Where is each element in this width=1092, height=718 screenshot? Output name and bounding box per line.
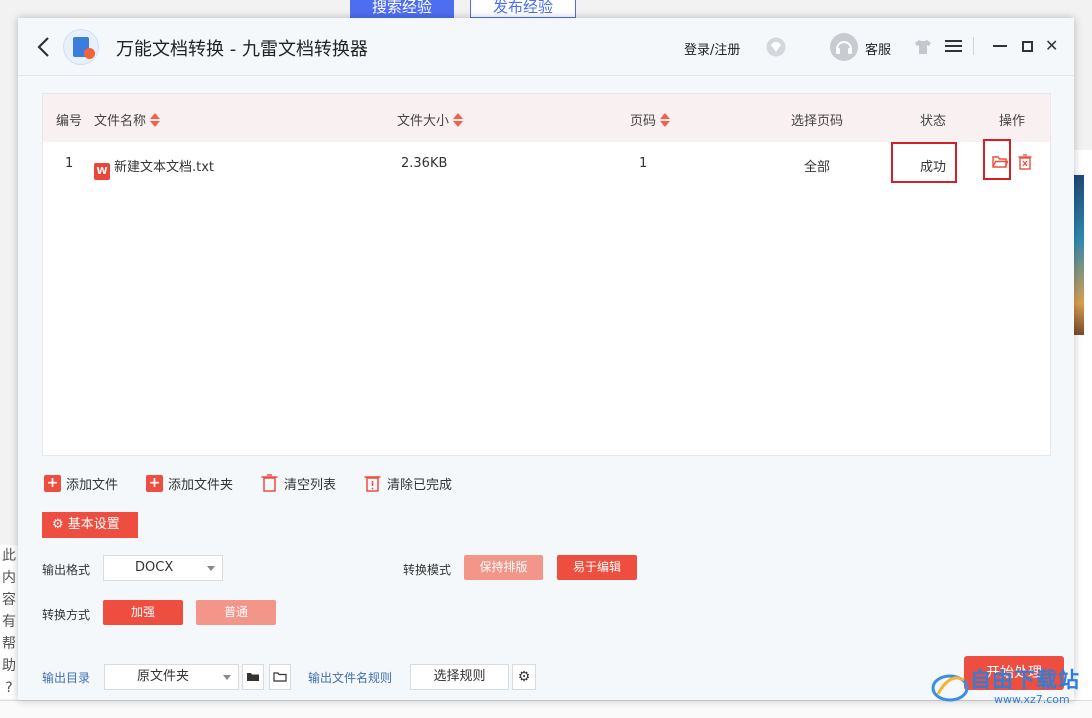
header-size[interactable]: 文件大小 [397, 110, 464, 129]
app-logo-icon [63, 29, 99, 65]
app-title: 万能文档转换 - 九雷文档转换器 [116, 39, 368, 60]
clear-done-label: 清除已完成 [387, 477, 453, 493]
table-header: 编号 文件名称 文件大小 页码 选择页码 状态 操作 [43, 94, 1050, 142]
action-highlight-box [983, 139, 1011, 180]
clear-list-label: 清空列表 [284, 477, 337, 493]
folder-open-icon [273, 672, 287, 682]
bg-char: 内 [2, 570, 16, 586]
customer-service-avatar[interactable] [830, 33, 858, 61]
delete-icon[interactable] [1018, 154, 1032, 170]
minimize-icon[interactable] [993, 45, 1007, 47]
background-tabs: 搜索经验 发布经验 [350, 0, 577, 18]
bg-char: 此 [2, 548, 16, 564]
bg-tab-search[interactable]: 搜索经验 [350, 0, 455, 18]
clear-done-button[interactable]: 清除已完成 [364, 472, 452, 494]
background-feedback-text: 此 内 容 有 帮 助 ? [0, 545, 18, 699]
menu-icon[interactable] [945, 39, 962, 53]
method-normal-button[interactable]: 普通 [196, 600, 276, 625]
header-status: 状态 [920, 114, 947, 129]
background-bottom-bar [0, 700, 1092, 718]
close-icon[interactable]: ✕ [1045, 38, 1059, 54]
output-dir-select[interactable]: 原文件夹 [104, 664, 239, 690]
file-name-text: 新建文本文档.txt [114, 160, 215, 175]
bg-char: ? [5, 680, 13, 696]
row-pages: 1 [639, 156, 648, 171]
headset-icon [836, 41, 852, 54]
watermark-url: www.xz7.com [994, 693, 1070, 706]
trash-icon [261, 474, 278, 492]
bg-char: 容 [2, 592, 16, 608]
convert-method-label: 转换方式 [42, 608, 91, 622]
mode-easy-edit-button[interactable]: 易于编辑 [557, 555, 637, 580]
open-output-folder-button[interactable] [269, 664, 291, 690]
output-dir-value: 原文件夹 [137, 669, 190, 684]
site-watermark: 自由下载站 www.xz7.com [930, 660, 1092, 710]
header-size-label: 文件大小 [397, 114, 450, 129]
bg-char: 助 [2, 658, 16, 674]
chevron-down-icon [207, 566, 215, 571]
method-enhanced-button[interactable]: 加强 [103, 600, 183, 625]
gear-icon: ⚙ [517, 669, 531, 685]
trash-done-icon [364, 476, 381, 492]
row-select-pages[interactable]: 全部 [804, 156, 830, 175]
watermark-text: 自由下载站 [970, 668, 1080, 692]
add-folder-label: 添加文件夹 [168, 477, 234, 493]
basic-settings-label: 基本设置 [67, 517, 120, 532]
maximize-icon[interactable] [1022, 41, 1033, 52]
bg-tab-publish[interactable]: 发布经验 [470, 0, 577, 18]
plus-icon: + [146, 474, 164, 492]
vip-diamond-icon[interactable] [766, 37, 786, 57]
sort-icon[interactable] [150, 113, 161, 127]
clear-list-button[interactable]: 清空列表 [261, 472, 336, 494]
table-row[interactable]: 1 W 新建文本文档.txt 2.36KB 1 全部 成功 [43, 139, 1050, 186]
background-image [1074, 175, 1084, 335]
status-highlight-box [891, 142, 957, 183]
plus-icon: + [44, 474, 61, 492]
add-folder-button[interactable]: + 添加文件夹 [146, 472, 233, 494]
chevron-down-icon [223, 675, 231, 680]
header-pages[interactable]: 页码 [630, 110, 671, 129]
mode-keep-layout-button[interactable]: 保持排版 [464, 555, 543, 580]
file-table: 编号 文件名称 文件大小 页码 选择页码 状态 操作 1 W 新建文本文档.txt… [42, 93, 1051, 456]
add-file-label: 添加文件 [66, 477, 119, 493]
skin-shirt-icon[interactable] [914, 38, 932, 56]
row-index: 1 [65, 156, 74, 171]
row-file-size: 2.36KB [401, 156, 448, 171]
title-bar: 万能文档转换 - 九雷文档转换器 登录/注册 客服 ✕ [18, 18, 1074, 76]
convert-mode-label: 转换模式 [403, 563, 452, 577]
header-index: 编号 [56, 114, 83, 129]
header-pages-label: 页码 [630, 114, 657, 129]
folder-icon [247, 673, 259, 681]
app-window: 万能文档转换 - 九雷文档转换器 登录/注册 客服 ✕ 编号 文件名称 文件大小… [18, 18, 1074, 700]
header-select-pages: 选择页码 [791, 114, 844, 129]
output-dir-label: 输出目录 [42, 671, 91, 685]
header-action: 操作 [999, 114, 1026, 129]
filename-rule-label: 输出文件名规则 [308, 671, 393, 685]
login-register-link[interactable]: 登录/注册 [684, 39, 740, 58]
output-format-label: 输出格式 [42, 563, 91, 577]
output-format-select[interactable]: DOCX [103, 555, 223, 581]
titlebar-divider [973, 37, 974, 55]
basic-settings-button[interactable]: ⚙ 基本设置 [42, 512, 138, 538]
browse-folder-button[interactable] [242, 664, 264, 690]
header-name[interactable]: 文件名称 [94, 110, 161, 129]
output-format-value: DOCX [135, 560, 174, 575]
file-toolbar: + 添加文件 + 添加文件夹 清空列表 清除已完成 [44, 472, 480, 494]
word-file-icon: W [94, 163, 110, 180]
rule-settings-button[interactable]: ⚙ [512, 664, 536, 690]
choose-rule-button[interactable]: 选择规则 [410, 664, 509, 690]
sort-icon[interactable] [660, 113, 671, 127]
bg-char: 有 [2, 614, 16, 630]
customer-service-label[interactable]: 客服 [865, 39, 891, 58]
back-arrow-icon[interactable] [36, 36, 52, 58]
add-file-button[interactable]: + 添加文件 [44, 472, 118, 494]
sort-icon[interactable] [453, 113, 464, 127]
row-file-name: W 新建文本文档.txt [94, 156, 214, 180]
gear-icon: ⚙ [52, 517, 64, 532]
watermark-logo-icon [931, 674, 969, 702]
header-name-label: 文件名称 [94, 114, 147, 129]
bg-char: 帮 [2, 636, 16, 652]
